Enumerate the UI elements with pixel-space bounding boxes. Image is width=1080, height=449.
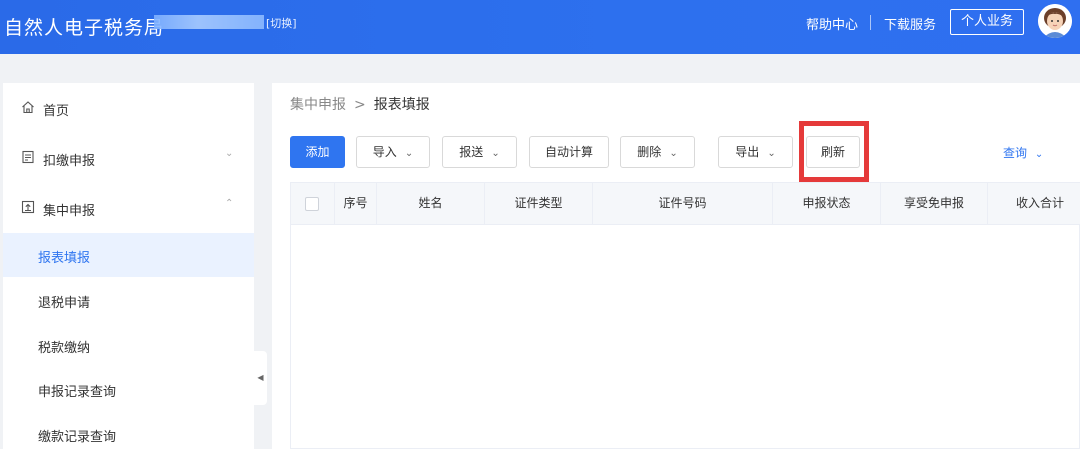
- column-header: 序号: [335, 183, 377, 224]
- upload-icon: [21, 200, 35, 214]
- column-header: 申报状态: [773, 183, 881, 224]
- table-header: 序号 姓名 证件类型 证件号码 申报状态 享受免申报 收入合计: [291, 183, 1080, 225]
- add-button[interactable]: 添加: [290, 136, 345, 168]
- sidebar-subitem-report-filling[interactable]: 报表填报: [3, 233, 254, 277]
- download-service-link[interactable]: 下载服务: [884, 14, 936, 33]
- sidebar-subitem-tax-refund[interactable]: 退税申请: [3, 278, 254, 322]
- file-icon: [22, 150, 34, 164]
- sidebar-subitem-label: 报表填报: [38, 251, 91, 266]
- column-header: 证件类型: [485, 183, 593, 224]
- chevron-down-icon: ⌄: [1034, 149, 1044, 160]
- column-header: 证件号码: [593, 183, 773, 224]
- select-all-checkbox[interactable]: [305, 197, 319, 211]
- sidebar-subitem-payment-records[interactable]: 缴款记录查询: [3, 412, 254, 449]
- export-label: 导出: [735, 145, 760, 159]
- sidebar-item-centralized-declaration[interactable]: 集中申报 ⌃: [3, 184, 254, 230]
- avatar[interactable]: [1038, 4, 1072, 38]
- add-button-label: 添加: [305, 145, 330, 159]
- sidebar-subitem-tax-payment[interactable]: 税款缴纳: [3, 323, 254, 367]
- query-label: 查询: [1003, 146, 1028, 160]
- chevron-down-icon: ⌄: [404, 148, 414, 159]
- nav-divider: [870, 15, 871, 30]
- sidebar-item-home[interactable]: 首页: [3, 84, 254, 130]
- user-avatar-icon: [1038, 4, 1072, 38]
- declaration-table: 序号 姓名 证件类型 证件号码 申报状态 享受免申报 收入合计: [290, 182, 1080, 449]
- top-bar: 自然人电子税务局 [切换] 帮助中心 下载服务 个人业务: [0, 0, 1080, 54]
- column-header: 收入合计: [1016, 196, 1065, 210]
- auto-calculate-label: 自动计算: [544, 145, 593, 159]
- help-center-link[interactable]: 帮助中心: [806, 14, 858, 33]
- sidebar-subitem-label: 缴款记录查询: [38, 430, 117, 445]
- app-title: 自然人电子税务局: [4, 17, 165, 39]
- main-panel: 集中申报 > 报表填报 添加 导入 ⌄ 报送 ⌄ 自动计算 删除 ⌄ 导出 ⌄ 刷新 查询 …: [272, 83, 1080, 449]
- send-dropdown[interactable]: 报送 ⌄: [442, 136, 517, 168]
- import-dropdown[interactable]: 导入 ⌄: [356, 136, 430, 168]
- export-dropdown[interactable]: 导出 ⌄: [718, 136, 793, 168]
- breadcrumb-current: 报表填报: [373, 97, 430, 113]
- chevron-down-icon: ⌄: [767, 148, 776, 159]
- breadcrumb: 集中申报 > 报表填报: [290, 94, 430, 114]
- send-label: 报送: [459, 145, 484, 159]
- chevron-down-icon: ⌄: [225, 148, 234, 159]
- chevron-down-icon: ⌄: [491, 148, 500, 159]
- masked-user-name: [154, 15, 264, 29]
- select-all-cell: [291, 183, 335, 224]
- column-header: 姓名: [377, 183, 485, 224]
- personal-business-button[interactable]: 个人业务: [950, 9, 1024, 35]
- home-icon: [22, 101, 34, 114]
- breadcrumb-parent[interactable]: 集中申报: [290, 97, 346, 113]
- sidebar-item-withholding-declaration[interactable]: 扣缴申报 ⌄: [3, 134, 254, 180]
- sidebar-item-label: 扣缴申报: [43, 154, 96, 169]
- auto-calculate-button[interactable]: 自动计算: [529, 136, 609, 168]
- sidebar-item-label: 集中申报: [43, 204, 96, 219]
- sidebar-subitem-label: 税款缴纳: [38, 341, 91, 356]
- caret-left-icon: ◀: [257, 373, 264, 382]
- sidebar-collapse-handle[interactable]: ◀: [254, 351, 267, 405]
- sidebar: 首页 扣缴申报 ⌄ 集中申报 ⌃ 报表填报 退税申请 税款缴纳 申报记录查询 缴…: [3, 83, 254, 449]
- import-label: 导入: [372, 145, 397, 159]
- sidebar-subitem-label: 退税申请: [38, 296, 91, 311]
- switch-account-link[interactable]: [切换]: [266, 15, 297, 31]
- chevron-down-icon: ⌄: [669, 148, 678, 159]
- column-header: 享受免申报: [881, 183, 988, 224]
- breadcrumb-separator: >: [354, 97, 366, 113]
- refresh-highlight-box: [799, 121, 869, 182]
- chevron-up-icon: ⌃: [225, 198, 234, 209]
- delete-dropdown[interactable]: 删除 ⌄: [620, 136, 695, 168]
- delete-label: 删除: [637, 145, 662, 159]
- sidebar-item-label: 首页: [43, 104, 70, 119]
- sidebar-subitem-declaration-records[interactable]: 申报记录查询: [3, 367, 254, 411]
- query-toggle[interactable]: 查询 ⌄: [1003, 144, 1043, 161]
- sidebar-subitem-label: 申报记录查询: [38, 385, 117, 400]
